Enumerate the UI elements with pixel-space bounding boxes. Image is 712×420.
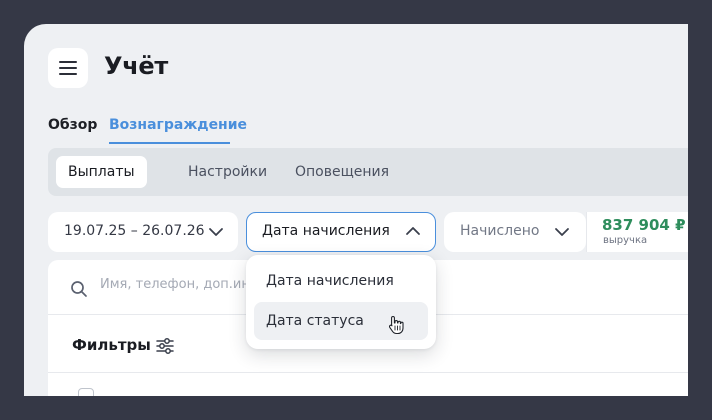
filters-title: Фильтры (72, 336, 151, 354)
chevron-down-icon (555, 228, 569, 236)
menu-button[interactable] (48, 48, 88, 88)
segment-control: Выплаты Настройки Оповещения (48, 148, 688, 196)
dropdown-option-status-date[interactable]: Дата статуса (254, 302, 428, 340)
revenue-label: выручка (603, 235, 648, 246)
active-tab-indicator (109, 142, 230, 144)
revenue-value: 837 904 ₽ (602, 216, 686, 234)
date-range-select[interactable]: 19.07.25 – 26.07.26 (48, 212, 238, 252)
revenue-summary: 837 904 ₽ выручка (586, 212, 688, 252)
dropdown-option-accrual-date[interactable]: Дата начисления (254, 262, 428, 300)
tab-reward[interactable]: Вознаграждение (109, 117, 247, 133)
sort-by-value: Дата начисления (262, 223, 390, 239)
filter-sliders-icon[interactable] (156, 338, 174, 354)
chevron-down-icon (209, 228, 223, 236)
segment-notifications[interactable]: Оповещения (283, 156, 401, 188)
segment-payouts[interactable]: Выплаты (56, 156, 147, 188)
sort-dropdown-menu: Дата начисления Дата статуса (246, 255, 436, 349)
search-icon (71, 281, 87, 297)
hamburger-icon (59, 61, 77, 75)
status-select[interactable]: Начислено (444, 212, 586, 252)
sort-by-select[interactable]: Дата начисления (246, 212, 436, 252)
chevron-up-icon (406, 227, 420, 235)
dropdown-option-label: Дата статуса (266, 313, 364, 329)
search-input[interactable] (100, 277, 250, 292)
segment-settings[interactable]: Настройки (176, 156, 279, 188)
date-range-value: 19.07.25 – 26.07.26 (64, 223, 205, 239)
pointer-cursor-icon (388, 315, 404, 335)
status-value: Начислено (460, 223, 540, 239)
tab-overview[interactable]: Обзор (48, 117, 97, 133)
row-checkbox[interactable] (78, 388, 94, 396)
page-title: Учёт (104, 52, 168, 80)
divider (48, 372, 688, 373)
